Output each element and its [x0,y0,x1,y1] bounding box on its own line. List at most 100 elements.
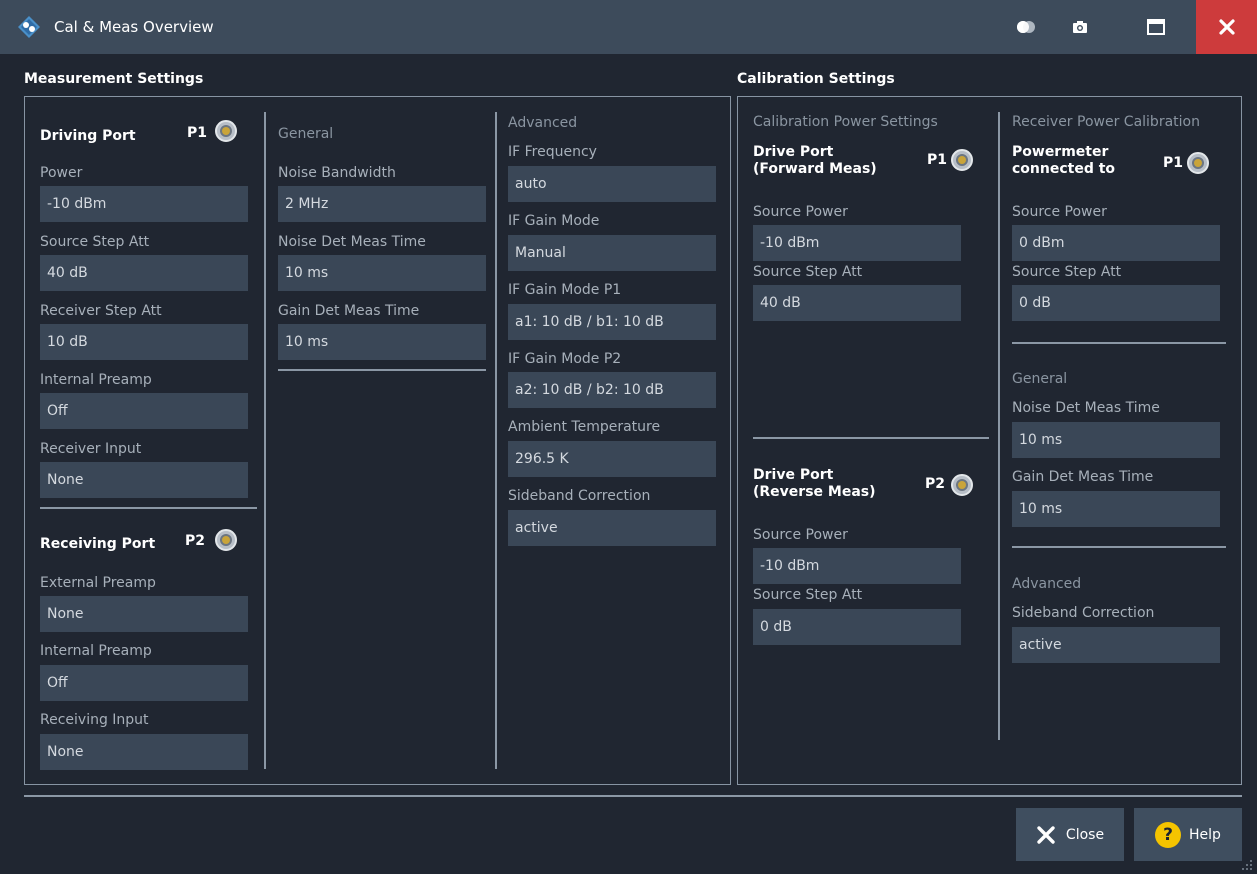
powermeter-line1: Powermeter [1012,144,1109,160]
receiver-step-att-label: Receiver Step Att [40,303,162,319]
ambient-temperature-label: Ambient Temperature [508,419,661,435]
noise-bandwidth-label: Noise Bandwidth [278,165,396,181]
noise-det-meas-time-label: Noise Det Meas Time [1012,400,1160,416]
receiver-input-field[interactable]: None [40,462,248,498]
source-power-label: Source Power [1012,204,1107,220]
source-step-att-field[interactable]: 40 dB [753,285,961,321]
gain-det-meas-time-label: Gain Det Meas Time [1012,469,1154,485]
sideband-correction-label: Sideband Correction [1012,605,1155,621]
reverse-drive-port-label: Drive Port (Reverse Meas) [753,467,876,501]
footer-divider [24,795,1242,797]
general-divider [278,369,486,371]
receiver-advanced-header: Advanced [1012,576,1082,592]
internal-preamp-field[interactable]: Off [40,665,248,701]
reverse-drive-port-line1: Drive Port [753,467,834,483]
source-step-att-field[interactable]: 0 dB [1012,285,1220,321]
receiver-divider [1012,546,1226,548]
if-gain-mode-p2-field[interactable]: a2: 10 dB / b2: 10 dB [508,372,716,408]
port-connector-icon[interactable] [951,474,973,496]
forward-drive-port-label: Drive Port (Forward Meas) [753,144,877,178]
powermeter-port-id: P1 [1163,155,1184,171]
sideband-correction-field[interactable]: active [1012,627,1220,663]
receiving-port-id: P2 [185,533,206,549]
close-icon [1218,19,1235,35]
app-logo-icon [18,16,40,38]
ambient-temperature-field[interactable]: 296.5 K [508,441,716,477]
window-title: Cal & Meas Overview [54,18,214,36]
forward-drive-port-id: P1 [927,152,948,168]
maximize-icon [1147,19,1165,35]
source-power-field[interactable]: -10 dBm [753,548,961,584]
noise-det-meas-time-field[interactable]: 10 ms [278,255,486,291]
advanced-header: Advanced [508,115,578,131]
powermeter-line2: connected to [1012,161,1116,177]
source-step-att-label: Source Step Att [753,264,863,280]
if-gain-mode-p1-label: IF Gain Mode P1 [508,282,622,298]
close-button[interactable]: Close [1016,808,1124,861]
external-preamp-field[interactable]: None [40,596,248,632]
source-step-att-label: Source Step Att [1012,264,1122,280]
receiver-input-label: Receiver Input [40,441,142,457]
help-icon: ? [1155,821,1182,848]
camera-icon [1073,21,1087,33]
port-connector-icon[interactable] [951,149,973,171]
if-frequency-label: IF Frequency [508,144,597,160]
source-step-att-label: Source Step Att [753,587,863,603]
receiving-input-field[interactable]: None [40,734,248,770]
drive-port-divider [753,437,989,439]
port-divider [40,507,257,509]
internal-preamp-label: Internal Preamp [40,372,152,388]
reverse-drive-port-id: P2 [925,476,946,492]
reverse-drive-port-line2: (Reverse Meas) [753,484,876,500]
forward-drive-port-line1: Drive Port [753,144,834,160]
display-toggle-button[interactable] [1006,0,1046,54]
close-icon [1037,825,1055,844]
window-close-button[interactable] [1196,0,1257,54]
source-step-att-field[interactable]: 40 dB [40,255,248,291]
internal-preamp-field[interactable]: Off [40,393,248,429]
forward-drive-port-line2: (Forward Meas) [753,161,877,177]
power-field[interactable]: -10 dBm [40,186,248,222]
receiver-general-header: General [1012,371,1068,387]
powermeter-label: Powermeter connected to [1012,144,1115,178]
measurement-settings-title: Measurement Settings [24,71,204,87]
screenshot-button[interactable] [1060,0,1100,54]
source-power-field[interactable]: 0 dBm [1012,225,1220,261]
if-gain-mode-p1-field[interactable]: a1: 10 dB / b1: 10 dB [508,304,716,340]
help-button[interactable]: ? Help [1134,808,1242,861]
help-button-label: Help [1189,826,1221,843]
receiving-input-label: Receiving Input [40,712,149,728]
power-label: Power [40,165,83,181]
driving-port-label: Driving Port [40,128,136,144]
gain-det-meas-time-field[interactable]: 10 ms [278,324,486,360]
noise-det-meas-time-label: Noise Det Meas Time [278,234,426,250]
if-gain-mode-p2-label: IF Gain Mode P2 [508,351,622,367]
column-divider [495,112,497,769]
internal-preamp-label: Internal Preamp [40,643,152,659]
gain-det-meas-time-field[interactable]: 10 ms [1012,491,1220,527]
driving-port-id: P1 [187,125,208,141]
external-preamp-label: External Preamp [40,575,156,591]
receiver-step-att-field[interactable]: 10 dB [40,324,248,360]
if-frequency-field[interactable]: auto [508,166,716,202]
source-power-label: Source Power [753,527,848,543]
if-gain-mode-label: IF Gain Mode [508,213,600,229]
sideband-correction-field[interactable]: active [508,510,716,546]
source-step-att-field[interactable]: 0 dB [753,609,961,645]
resize-grip-icon[interactable] [1240,858,1254,872]
close-button-label: Close [1065,826,1105,843]
noise-det-meas-time-field[interactable]: 10 ms [1012,422,1220,458]
port-connector-icon[interactable] [215,529,237,551]
noise-bandwidth-field[interactable]: 2 MHz [278,186,486,222]
port-connector-icon[interactable] [1187,152,1209,174]
title-bar: Cal & Meas Overview [0,0,1257,54]
if-gain-mode-field[interactable]: Manual [508,235,716,271]
column-divider [264,112,266,769]
maximize-button[interactable] [1136,0,1176,54]
receiving-port-label: Receiving Port [40,536,156,552]
calibration-settings-title: Calibration Settings [737,71,895,87]
toggle-icon [1017,21,1035,33]
source-step-att-label: Source Step Att [40,234,150,250]
port-connector-icon[interactable] [215,120,237,142]
source-power-field[interactable]: -10 dBm [753,225,961,261]
